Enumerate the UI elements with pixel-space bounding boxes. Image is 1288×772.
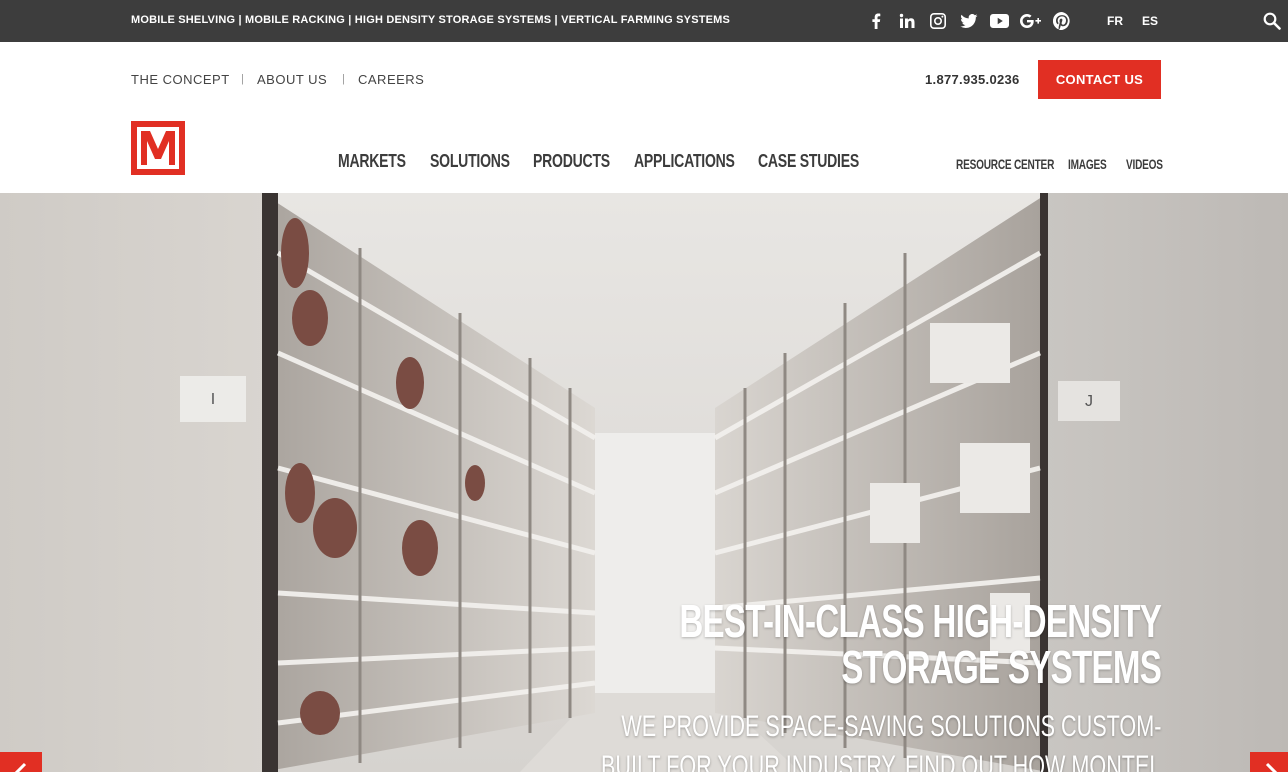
nav-resource-center[interactable]: RESOURCE CENTER <box>956 156 1054 172</box>
facebook-icon[interactable] <box>860 11 891 31</box>
nav-applications[interactable]: APPLICATIONS <box>634 151 735 172</box>
hero-title-line1: BEST-IN-CLASS HIGH-DENSITY <box>679 595 1162 647</box>
slider-next-button[interactable] <box>1250 752 1288 772</box>
aisle-label-left: I <box>211 391 215 408</box>
nav-products[interactable]: PRODUCTS <box>533 151 610 172</box>
hero-subtitle-line2: BUILT FOR YOUR INDUSTRY. FIND OUT HOW MO… <box>600 750 1161 772</box>
nav-separator: | <box>342 73 345 85</box>
youtube-icon[interactable] <box>984 11 1015 31</box>
nav-markets[interactable]: MARKETS <box>338 151 406 172</box>
pinterest-icon[interactable] <box>1046 11 1077 31</box>
nav-images[interactable]: IMAGES <box>1068 156 1107 172</box>
nav-videos[interactable]: VIDEOS <box>1126 156 1163 172</box>
twitter-icon[interactable] <box>953 11 984 31</box>
hero-subtitle: WE PROVIDE SPACE-SAVING SOLUTIONS CUSTOM… <box>601 707 1161 772</box>
instagram-icon[interactable] <box>922 11 953 31</box>
nav-link-about-us[interactable]: ABOUT US <box>257 72 327 87</box>
chevron-left-icon <box>14 762 27 772</box>
chevron-right-icon <box>1265 762 1278 772</box>
nav-solutions[interactable]: SOLUTIONS <box>430 151 510 172</box>
linkedin-icon[interactable] <box>891 11 922 31</box>
logo[interactable] <box>131 121 185 175</box>
tagline: MOBILE SHELVING | MOBILE RACKING | HIGH … <box>131 14 731 26</box>
aisle-label-right: J <box>1085 393 1093 410</box>
language-es-link[interactable]: ES <box>1142 14 1158 28</box>
slider-prev-button[interactable] <box>0 752 42 772</box>
phone-number[interactable]: 1.877.935.0236 <box>925 72 1020 87</box>
hero-subtitle-line1: WE PROVIDE SPACE-SAVING SOLUTIONS CUSTOM… <box>620 710 1161 743</box>
top-bar: MOBILE SHELVING | MOBILE RACKING | HIGH … <box>0 0 1288 42</box>
search-icon[interactable] <box>1263 12 1281 30</box>
language-fr-link[interactable]: FR <box>1107 14 1123 28</box>
google-plus-icon[interactable] <box>1015 11 1046 31</box>
contact-us-button[interactable]: CONTACT US <box>1038 60 1161 99</box>
nav-separator: | <box>241 73 244 85</box>
nav-link-careers[interactable]: CAREERS <box>358 72 424 87</box>
hero-title: BEST-IN-CLASS HIGH-DENSITY STORAGE SYSTE… <box>679 595 1162 693</box>
hero-title-line2: STORAGE SYSTEMS <box>841 641 1162 693</box>
social-links <box>860 11 1077 31</box>
hero-slider: I J BEST-IN-CLASS HIGH-DENSITY STORAGE S… <box>0 193 1288 772</box>
nav-case-studies[interactable]: CASE STUDIES <box>758 151 859 172</box>
nav-link-the-concept[interactable]: THE CONCEPT <box>131 72 230 87</box>
